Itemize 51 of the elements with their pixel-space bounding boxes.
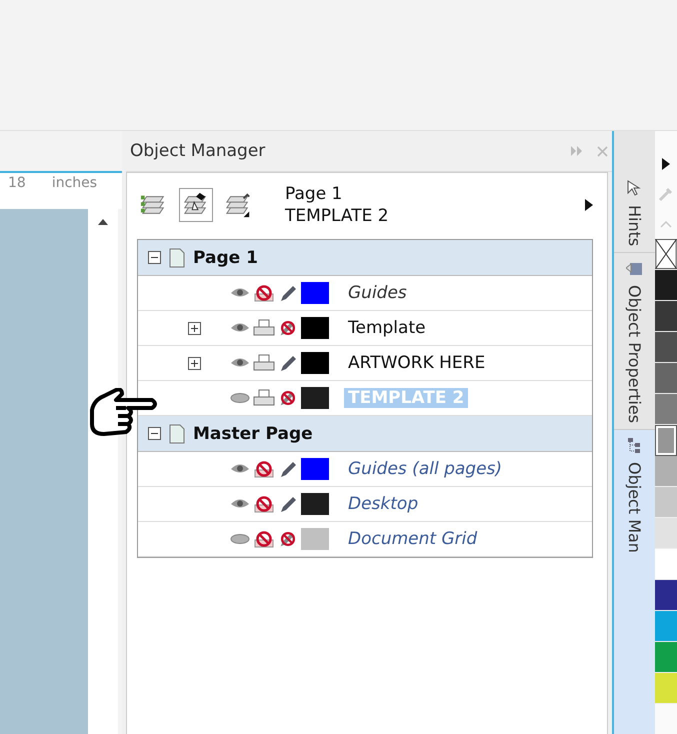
current-layer: TEMPLATE 2: [285, 205, 390, 227]
palette-menu-icon[interactable]: [662, 158, 670, 170]
printer-icon[interactable]: [253, 354, 275, 372]
page-name[interactable]: Page 1: [193, 248, 258, 268]
no-print-icon[interactable]: [253, 495, 275, 513]
scroll-up-icon[interactable]: [98, 219, 108, 225]
pencil-icon[interactable]: [278, 495, 298, 513]
no-print-icon[interactable]: [253, 284, 275, 302]
printer-icon[interactable]: [253, 389, 275, 407]
panel-title: Object Manager: [130, 141, 266, 161]
layer-name[interactable]: Guides (all pages): [344, 459, 506, 479]
expand-toggle[interactable]: [188, 322, 201, 334]
collapse-toggle[interactable]: [148, 427, 161, 440]
page-icon: [169, 424, 185, 444]
expand-toggle[interactable]: [188, 356, 201, 370]
layer-view-button[interactable]: [179, 188, 213, 222]
layer-color-swatch[interactable]: [301, 282, 329, 304]
collapse-toggle[interactable]: [148, 251, 161, 264]
printer-icon[interactable]: [253, 319, 275, 337]
page-icon: [169, 248, 185, 268]
layer-color-swatch[interactable]: [301, 387, 329, 409]
layer-name[interactable]: Desktop: [344, 494, 422, 514]
layer-name[interactable]: ARTWORK HERE: [344, 353, 490, 373]
layer-name[interactable]: Template: [344, 318, 430, 338]
ruler-number: 18: [8, 175, 26, 193]
layer-color-swatch[interactable]: [301, 493, 329, 515]
layer-color-swatch[interactable]: [301, 317, 329, 339]
layer-name[interactable]: Guides: [344, 283, 411, 303]
current-page: Page 1: [285, 183, 344, 205]
layer-color-swatch[interactable]: [301, 352, 329, 374]
no-edit-icon[interactable]: [278, 389, 298, 407]
docker-tab[interactable]: Object Man: [614, 430, 655, 734]
layer-color-swatch[interactable]: [301, 458, 329, 480]
no-color-swatch[interactable]: [655, 239, 677, 270]
layers-icon: [224, 191, 252, 219]
no-print-icon[interactable]: [253, 460, 275, 478]
no-print-icon[interactable]: [253, 530, 275, 548]
no-edit-icon[interactable]: [278, 530, 298, 548]
pencil-icon[interactable]: [278, 284, 298, 302]
pencil-icon[interactable]: [278, 460, 298, 478]
color-swatch[interactable]: [655, 425, 677, 456]
closed-eye-icon[interactable]: [230, 533, 250, 545]
layer-color-swatch[interactable]: [301, 528, 329, 550]
no-edit-icon[interactable]: [278, 319, 298, 337]
layer-name[interactable]: Document Grid: [344, 529, 482, 549]
cursor-icon: [626, 179, 644, 197]
pencil-icon[interactable]: [278, 354, 298, 372]
flyout-arrow-icon[interactable]: [585, 199, 593, 211]
ruler-unit: inches: [52, 175, 98, 193]
page-name[interactable]: Master Page: [193, 424, 313, 444]
closed-eye-icon[interactable]: [230, 392, 250, 404]
